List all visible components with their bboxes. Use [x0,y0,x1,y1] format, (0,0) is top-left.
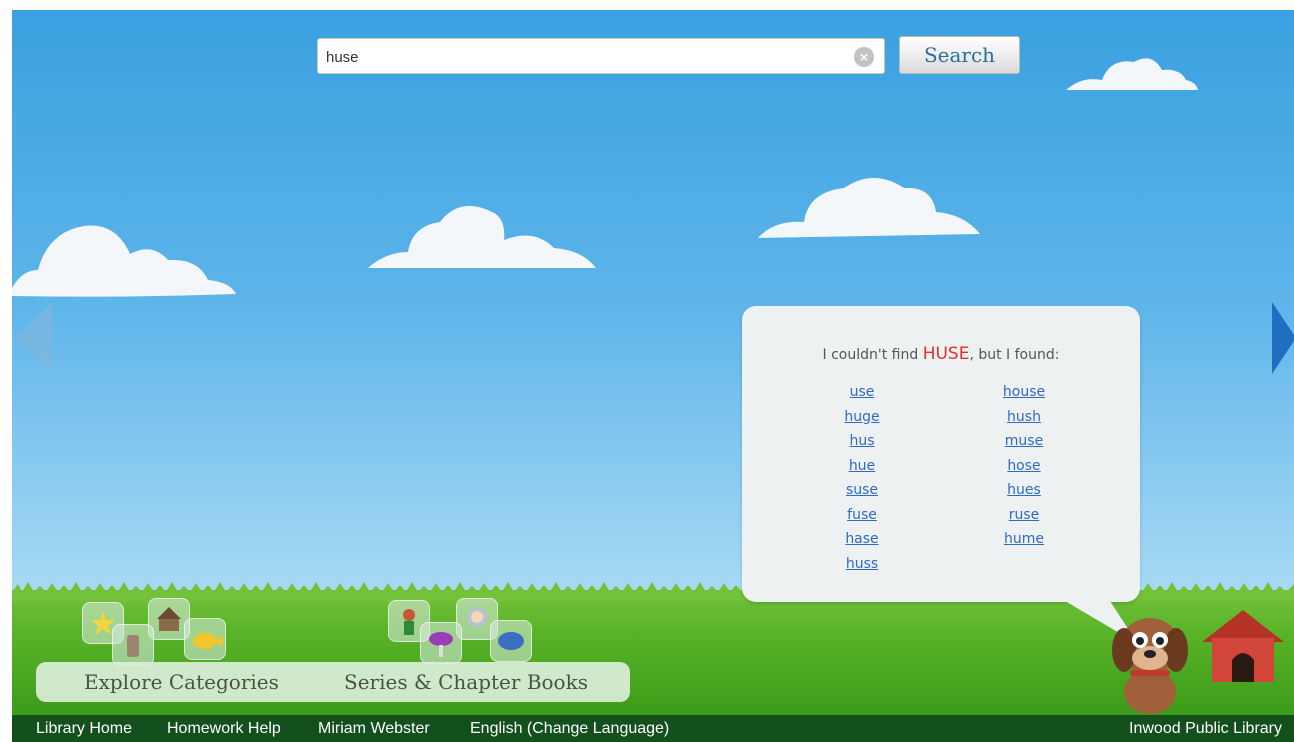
left-arrow-icon[interactable] [12,300,56,376]
puppy-mascot[interactable] [1102,606,1198,716]
suggestion-list-right: house hush muse hose hues ruse hume [964,380,1084,552]
suggestion-link[interactable]: hase [802,527,922,552]
series-tile[interactable] [490,620,532,662]
suggestion-link[interactable]: hues [964,478,1084,503]
suggestion-link[interactable]: suse [802,478,922,503]
suggestion-link[interactable]: house [964,380,1084,405]
series-chapter-books-button[interactable]: Series & Chapter Books [344,670,588,694]
category-bar: Explore Categories Series & Chapter Book… [36,662,630,702]
suggestion-link[interactable]: muse [964,429,1084,454]
footer-link-change-language[interactable]: English (Change Language) [470,720,669,738]
right-arrow-icon[interactable] [1270,300,1294,376]
cloud [1066,58,1198,90]
cloud [12,225,236,297]
message-suffix: , but I found: [969,347,1060,363]
page-stage: × Search Explore Categories Ser [12,10,1294,742]
explore-categories-button[interactable]: Explore Categories [84,670,279,694]
suggestion-bubble: I couldn't find HUSE, but I found: use h… [742,306,1140,602]
clear-icon[interactable]: × [854,47,874,67]
category-tile[interactable] [184,618,226,660]
suggestion-link[interactable]: hue [802,454,922,479]
footer-bar: Library Home Homework Help Miriam Webste… [12,715,1294,742]
footer-link-miriam-webster[interactable]: Miriam Webster [318,720,430,738]
suggestion-link[interactable]: hose [964,454,1084,479]
missing-word: HUSE [922,344,970,364]
message-prefix: I couldn't find [822,347,923,363]
library-name: Inwood Public Library [1129,720,1282,737]
footer-link-homework-help[interactable]: Homework Help [167,720,281,738]
cloud [368,205,596,268]
footer-link-library-home[interactable]: Library Home [36,720,132,738]
cloud [758,178,980,238]
search-box: × [317,38,885,74]
suggestion-link[interactable]: huge [802,405,922,430]
suggestion-list-left: use huge hus hue suse fuse hase huss [802,380,922,576]
suggestion-link[interactable]: hume [964,527,1084,552]
suggestion-link[interactable]: use [802,380,922,405]
suggestion-link[interactable]: huss [802,552,922,577]
search-button[interactable]: Search [899,36,1020,74]
doghouse-icon[interactable] [1198,606,1288,686]
not-found-message: I couldn't find HUSE, but I found: [742,344,1140,364]
category-tile[interactable] [112,624,154,666]
suggestion-link[interactable]: hush [964,405,1084,430]
suggestion-link[interactable]: ruse [964,503,1084,528]
series-tile[interactable] [420,622,462,664]
suggestion-link[interactable]: hus [802,429,922,454]
suggestion-link[interactable]: fuse [802,503,922,528]
search-input[interactable] [324,45,848,69]
